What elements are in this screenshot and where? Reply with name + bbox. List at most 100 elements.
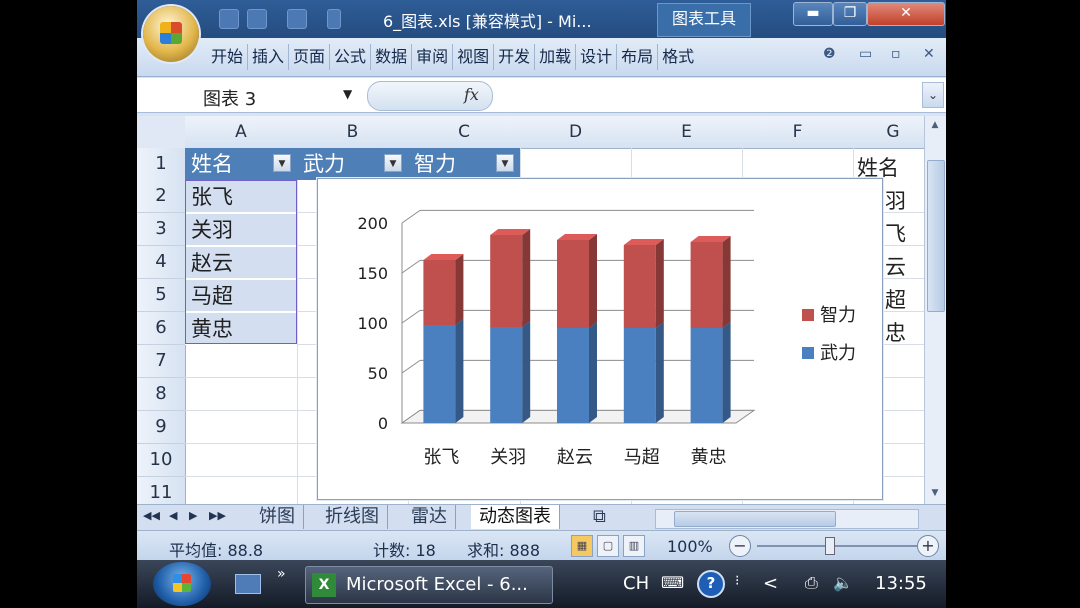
row-header-2[interactable]: 2 xyxy=(137,180,186,213)
tray-expand-icon[interactable]: < xyxy=(763,573,778,594)
sheet-tab-dynamic-chart[interactable]: 动态图表 xyxy=(471,505,560,529)
show-desktop-icon[interactable] xyxy=(235,574,261,594)
volume-icon[interactable]: 🔈 xyxy=(833,573,853,592)
expand-formula-bar-button[interactable]: ⌄ xyxy=(922,82,944,108)
tab-developer[interactable]: 开发 xyxy=(494,44,536,70)
scroll-up-icon[interactable]: ▲ xyxy=(927,118,943,132)
column-header-g[interactable]: G xyxy=(853,116,924,149)
select-all-corner[interactable] xyxy=(137,116,186,149)
sheet-tab-pie[interactable]: 饼图 xyxy=(251,505,304,529)
tab-formulas[interactable]: 公式 xyxy=(330,44,372,70)
zoom-in-button[interactable]: + xyxy=(917,535,939,557)
y-tick-label: 100 xyxy=(357,314,388,333)
zoom-out-button[interactable]: − xyxy=(729,535,751,557)
keyboard-icon[interactable]: ⌨ xyxy=(661,573,684,592)
column-header-f[interactable]: F xyxy=(742,116,854,149)
page-break-view-icon[interactable]: ▥ xyxy=(623,535,645,557)
table-cell-g[interactable]: 云 xyxy=(885,251,906,281)
table-cell-g[interactable]: 飞 xyxy=(885,218,906,248)
restore-button[interactable]: ❐ xyxy=(833,2,867,26)
save-icon[interactable] xyxy=(219,9,239,29)
help-tray-icon[interactable]: ? xyxy=(697,570,725,598)
bar-side xyxy=(589,234,597,328)
horizontal-scrollbar[interactable] xyxy=(655,509,919,529)
column-header-a[interactable]: A xyxy=(185,116,298,149)
row-header-8[interactable]: 8 xyxy=(137,378,186,411)
row-header-3[interactable]: 3 xyxy=(137,213,186,246)
column-header-d[interactable]: D xyxy=(520,116,632,149)
row-header-6[interactable]: 6 xyxy=(137,312,186,345)
table-cell-g[interactable]: 忠 xyxy=(885,317,906,347)
first-sheet-icon[interactable]: ◀◀ xyxy=(143,509,160,522)
bar-segment xyxy=(690,328,723,423)
windows-taskbar: » X Microsoft Excel - 6... CH ⌨ ? ⁝ < ⎙ … xyxy=(137,560,946,608)
filter-dropdown-icon[interactable]: ▼ xyxy=(384,154,402,172)
row-header-7[interactable]: 7 xyxy=(137,345,186,378)
insert-function-control[interactable]: fx xyxy=(367,81,493,111)
tab-view[interactable]: 视图 xyxy=(453,44,495,70)
help-icon[interactable]: ❷ xyxy=(823,46,836,62)
tab-layout[interactable]: 布局 xyxy=(617,44,659,70)
status-bar: 平均值: 88.8 计数: 18 求和: 888 ▦ ▢ ▥ 100% − + xyxy=(137,530,946,561)
scroll-down-icon[interactable]: ▼ xyxy=(927,486,943,500)
row-header-4[interactable]: 4 xyxy=(137,246,186,279)
row-header-10[interactable]: 10 xyxy=(137,444,186,477)
tab-page-layout[interactable]: 页面 xyxy=(289,44,331,70)
row-header-5[interactable]: 5 xyxy=(137,279,186,312)
sheet-tab-line[interactable]: 折线图 xyxy=(317,505,388,529)
quick-access-dropdown-icon[interactable] xyxy=(327,9,341,29)
x-category-label: 张飞 xyxy=(423,447,459,468)
ribbon-restore-icon[interactable]: ▫ xyxy=(891,46,901,62)
undo-icon[interactable] xyxy=(247,9,267,29)
ribbon-minimize-icon[interactable]: ▭ xyxy=(859,46,872,62)
fx-icon[interactable]: fx xyxy=(464,85,479,104)
minimize-button[interactable]: ▬ xyxy=(793,2,833,26)
vertical-scrollbar[interactable]: ▲ ▼ xyxy=(924,116,946,504)
next-sheet-icon[interactable]: ▶ xyxy=(189,509,197,522)
zoom-level[interactable]: 100% xyxy=(667,537,713,556)
table-cell-g[interactable]: 超 xyxy=(885,284,906,314)
prev-sheet-icon[interactable]: ◀ xyxy=(169,509,177,522)
page-layout-view-icon[interactable]: ▢ xyxy=(597,535,619,557)
tab-data[interactable]: 数据 xyxy=(371,44,413,70)
language-indicator[interactable]: CH xyxy=(623,573,649,594)
grid-line xyxy=(297,148,298,504)
row-header-1[interactable]: 1 xyxy=(137,148,186,181)
tab-format[interactable]: 格式 xyxy=(658,44,698,70)
chart-object[interactable]: 0 50 100 150 200 张飞 关羽 赵云 马超 黄忠 智力 武力 xyxy=(317,178,883,500)
insert-sheet-icon[interactable]: ⧉ xyxy=(585,505,619,529)
name-box[interactable]: 图表 3 ▼ xyxy=(137,81,362,110)
chevron-down-icon[interactable]: ▼ xyxy=(343,87,352,101)
tab-review[interactable]: 审阅 xyxy=(412,44,454,70)
tab-home[interactable]: 开始 xyxy=(207,44,249,70)
chart-plot[interactable]: 0 50 100 150 200 张飞 关羽 赵云 马超 黄忠 智力武力 xyxy=(318,179,882,499)
zoom-slider-track[interactable] xyxy=(757,545,917,547)
row-header-11[interactable]: 11 xyxy=(137,477,186,504)
legend-label: 武力 xyxy=(820,343,856,364)
tab-insert[interactable]: 插入 xyxy=(248,44,290,70)
tray-options-icon[interactable]: ⁝ xyxy=(735,573,739,589)
start-button[interactable] xyxy=(153,562,211,606)
sheet-tab-radar[interactable]: 雷达 xyxy=(403,505,456,529)
filter-dropdown-icon[interactable]: ▼ xyxy=(273,154,291,172)
taskbar-overflow-icon[interactable]: » xyxy=(277,566,286,582)
column-header-c[interactable]: C xyxy=(408,116,521,149)
tab-add-ins[interactable]: 加载 xyxy=(535,44,577,70)
column-header-b[interactable]: B xyxy=(297,116,409,149)
ribbon-close-icon[interactable]: ✕ xyxy=(923,46,935,62)
close-button[interactable]: ✕ xyxy=(867,2,945,26)
taskbar-excel-button[interactable]: X Microsoft Excel - 6... xyxy=(305,566,553,604)
office-button[interactable] xyxy=(143,6,199,62)
last-sheet-icon[interactable]: ▶▶ xyxy=(209,509,226,522)
tab-design[interactable]: 设计 xyxy=(576,44,618,70)
horizontal-scroll-thumb[interactable] xyxy=(674,511,836,527)
normal-view-icon[interactable]: ▦ xyxy=(571,535,593,557)
vertical-scroll-thumb[interactable] xyxy=(927,160,945,312)
column-header-e[interactable]: E xyxy=(631,116,743,149)
zoom-slider-thumb[interactable] xyxy=(825,537,835,555)
filter-dropdown-icon[interactable]: ▼ xyxy=(496,154,514,172)
network-icon[interactable]: ⎙ xyxy=(805,573,818,593)
redo-icon[interactable] xyxy=(287,9,307,29)
row-header-9[interactable]: 9 xyxy=(137,411,186,444)
table-cell-g[interactable]: 羽 xyxy=(885,185,906,215)
